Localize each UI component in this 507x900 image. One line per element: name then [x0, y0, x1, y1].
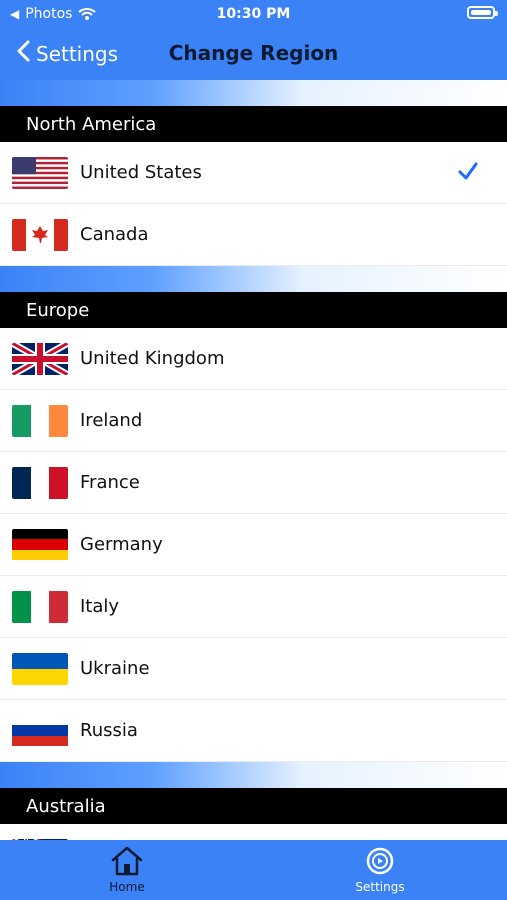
home-icon[interactable] — [110, 846, 144, 876]
tab-bar: Home Settings — [0, 840, 507, 900]
region-row-united-kingdom[interactable]: United Kingdom — [0, 328, 507, 390]
region-label: Russia — [80, 720, 138, 741]
region-label: Germany — [80, 534, 163, 555]
tab-home[interactable]: Home — [67, 846, 187, 894]
region-label: Ukraine — [80, 658, 150, 679]
region-row-italy[interactable]: Italy — [0, 576, 507, 638]
germany-flag — [12, 528, 68, 561]
region-label: Italy — [80, 596, 120, 617]
region-row-russia[interactable]: Russia — [0, 700, 507, 762]
region-row-ukraine[interactable]: Ukraine — [0, 638, 507, 700]
region-label: Ireland — [80, 410, 143, 431]
region-row-canada[interactable]: Canada — [0, 204, 507, 266]
region-label: United Kingdom — [80, 348, 225, 369]
france-flag — [12, 466, 68, 499]
region-label: United States — [80, 162, 202, 183]
tab-settings[interactable]: Settings — [320, 846, 440, 894]
navigation-bar: Settings Change Region — [0, 32, 507, 76]
canada-flag — [12, 218, 68, 251]
section-spacer — [0, 266, 507, 292]
us-flag — [12, 156, 68, 189]
region-row-ireland[interactable]: Ireland — [0, 390, 507, 452]
status-time: 10:30 PM — [216, 6, 291, 22]
region-row-partial[interactable] — [0, 824, 507, 840]
region-row-france[interactable]: France — [0, 452, 507, 514]
battery-icon — [467, 6, 498, 19]
section-spacer — [0, 762, 507, 788]
italy-flag — [12, 590, 68, 623]
uk-flag — [12, 342, 68, 375]
status-bar: ◀ Photos 10:30 PM — [0, 0, 507, 28]
section-header-europe: Europe — [0, 292, 507, 328]
russia-flag — [12, 714, 68, 747]
ireland-flag — [12, 404, 68, 437]
section-spacer — [0, 80, 507, 106]
top-bar: ◀ Photos 10:30 PM Settings Change Region — [0, 0, 507, 80]
checkmark-icon — [457, 160, 479, 182]
section-header-australia: Australia — [0, 788, 507, 824]
region-label: France — [80, 472, 140, 493]
region-label: Canada — [80, 224, 149, 245]
tab-home-label[interactable]: Home — [109, 880, 144, 894]
settings-icon[interactable] — [363, 846, 397, 876]
region-row-united-states[interactable]: United States — [0, 142, 507, 204]
page-title: Change Region — [168, 41, 339, 65]
region-row-germany[interactable]: Germany — [0, 514, 507, 576]
section-header-north-america: North America — [0, 106, 507, 142]
tab-settings-label[interactable]: Settings — [355, 880, 404, 894]
ukraine-flag — [12, 652, 68, 685]
